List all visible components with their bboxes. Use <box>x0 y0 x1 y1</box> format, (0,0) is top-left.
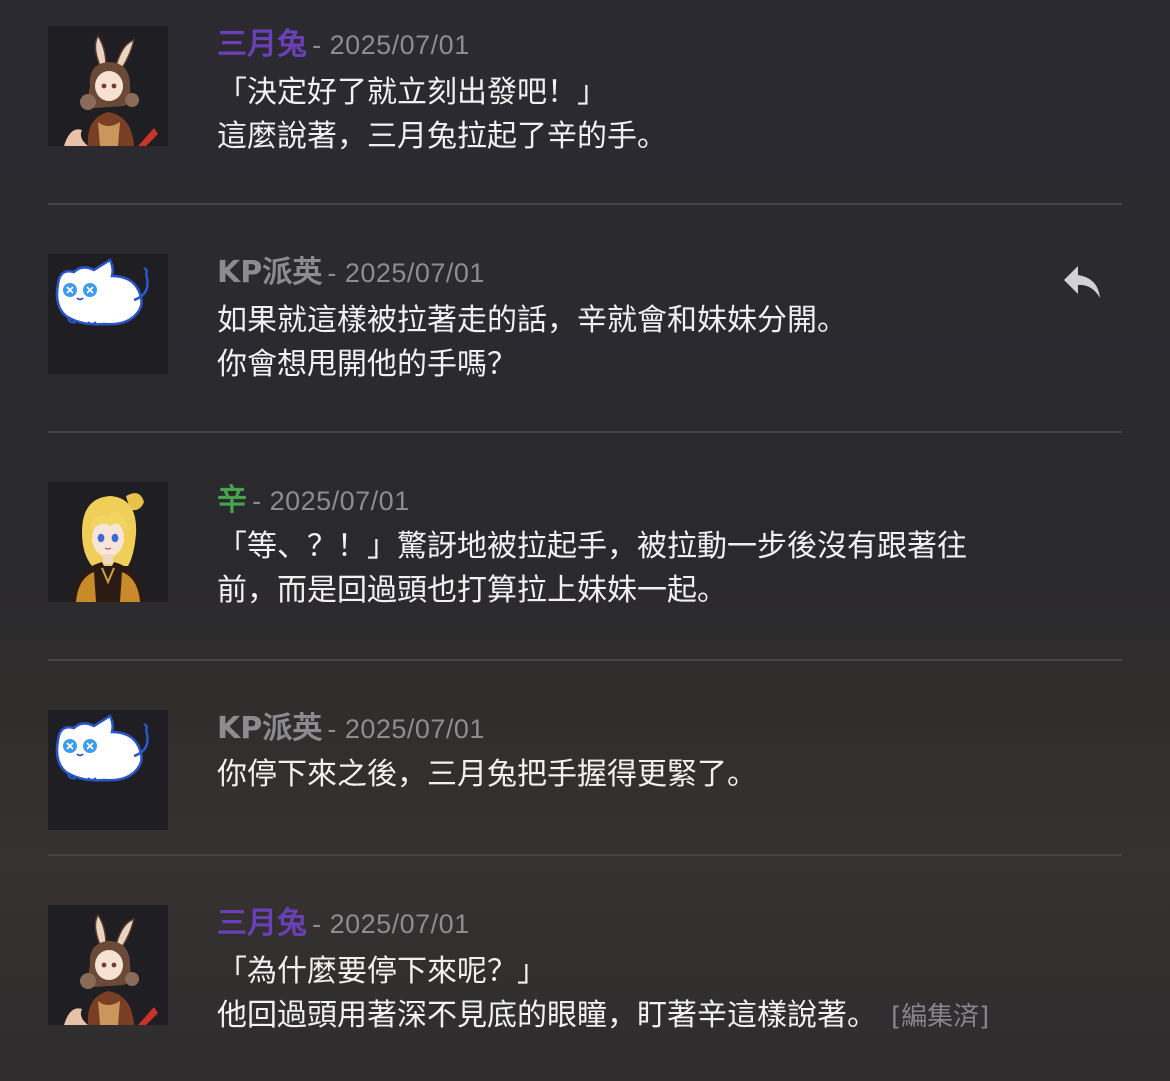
author-name[interactable]: 辛 <box>217 483 247 518</box>
message-header: 三月兔 - 2025/07/01 <box>217 904 470 944</box>
message-line: 「為什麼要停下來呢？」 <box>217 954 547 989</box>
timestamp: - 2025/07/01 <box>252 486 410 516</box>
timestamp: - 2025/07/01 <box>327 258 485 288</box>
blonde-boy-avatar-icon <box>48 482 168 602</box>
message-line-text: 他回過頭用著深不見底的眼瞳，盯著辛這樣說著。 <box>217 998 877 1033</box>
message-body: 「等、？！」驚訝地被拉起手，被拉動一步後沒有跟著往 前，而是回過頭也打算拉上妹妹… <box>217 525 1097 613</box>
message-header: 三月兔 - 2025/07/01 <box>217 25 470 65</box>
message-line: 如果就這樣被拉著走的話，辛就會和妹妹分開。 <box>217 303 847 338</box>
message-line: 前，而是回過頭也打算拉上妹妹一起。 <box>217 573 727 608</box>
reply-button[interactable] <box>1060 262 1104 302</box>
message-body: 你停下來之後，三月兔把手握得更緊了。 <box>217 753 1097 797</box>
divider <box>48 203 1122 205</box>
avatar[interactable] <box>48 482 168 602</box>
avatar[interactable] <box>48 254 168 374</box>
timestamp: - 2025/07/01 <box>312 30 470 60</box>
divider <box>48 854 1122 856</box>
message-line: 他回過頭用著深不見底的眼瞳，盯著辛這樣說著。 [編集済] <box>217 994 1097 1039</box>
avatar[interactable] <box>48 710 168 830</box>
edited-badge: [編集済] <box>891 1002 990 1032</box>
bunny-girl-avatar-icon <box>48 26 168 146</box>
message-body: 「為什麼要停下來呢？」 他回過頭用著深不見底的眼瞳，盯著辛這樣說著。 [編集済] <box>217 950 1097 1039</box>
white-cat-avatar-icon <box>48 710 168 830</box>
message-header: KP派英 - 2025/07/01 <box>217 253 485 293</box>
message-body: 「決定好了就立刻出發吧！」 這麼說著，三月兔拉起了辛的手。 <box>217 71 1097 159</box>
timestamp: - 2025/07/01 <box>327 714 485 744</box>
message-line: 你停下來之後，三月兔把手握得更緊了。 <box>217 757 757 792</box>
divider <box>48 431 1122 433</box>
message-header: 辛 - 2025/07/01 <box>217 481 410 521</box>
avatar[interactable] <box>48 905 168 1025</box>
timestamp: - 2025/07/01 <box>312 909 470 939</box>
author-name[interactable]: 三月兔 <box>217 27 307 62</box>
message-line: 「等、？！」驚訝地被拉起手，被拉動一步後沒有跟著往 <box>217 529 967 564</box>
message-line: 「決定好了就立刻出發吧！」 <box>217 75 607 110</box>
avatar[interactable] <box>48 26 168 146</box>
message-body: 如果就這樣被拉著走的話，辛就會和妹妹分開。 你會想甩開他的手嗎？ <box>217 299 1097 387</box>
author-name[interactable]: 三月兔 <box>217 906 307 941</box>
bunny-girl-avatar-icon <box>48 905 168 1025</box>
author-name[interactable]: KP派英 <box>217 711 322 746</box>
reply-arrow-icon <box>1064 266 1100 298</box>
divider <box>48 659 1122 661</box>
message-header: KP派英 - 2025/07/01 <box>217 709 485 749</box>
white-cat-avatar-icon <box>48 254 168 374</box>
message-line: 你會想甩開他的手嗎？ <box>217 347 517 382</box>
author-name[interactable]: KP派英 <box>217 255 322 290</box>
message-line: 這麼說著，三月兔拉起了辛的手。 <box>217 119 667 154</box>
